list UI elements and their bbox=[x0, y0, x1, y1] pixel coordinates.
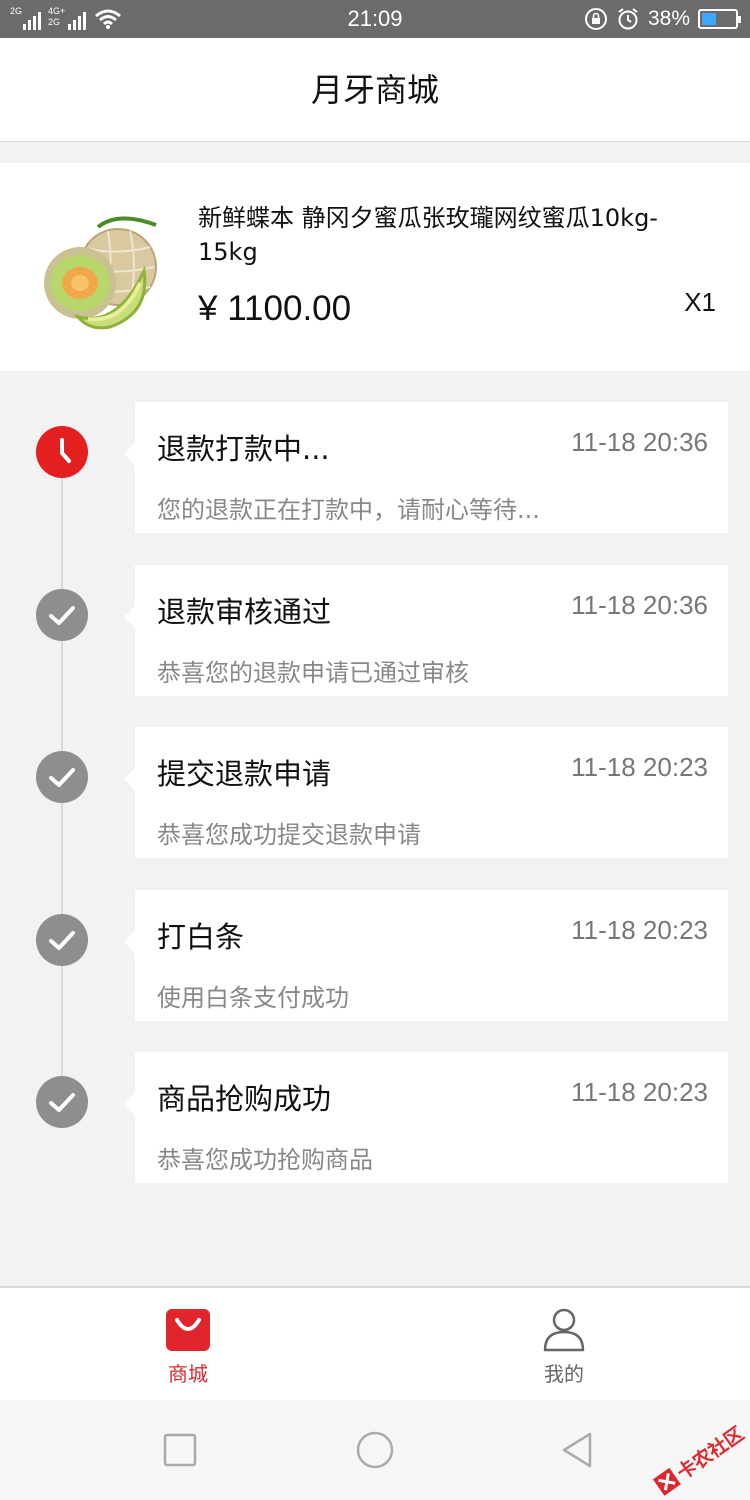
shopping-bag-icon bbox=[166, 1309, 210, 1351]
alarm-icon bbox=[618, 8, 638, 30]
step-description: 恭喜您成功抢购商品 bbox=[157, 1146, 373, 1174]
app-header: 月牙商城 bbox=[0, 38, 750, 142]
lock-rotation-icon bbox=[584, 8, 607, 30]
step-time: 11-18 20:36 bbox=[571, 427, 708, 457]
tab-mine[interactable]: 我的 bbox=[474, 1288, 654, 1400]
product-price: ¥ 1100.00 bbox=[198, 289, 352, 328]
step-time: 11-18 20:23 bbox=[571, 1077, 708, 1107]
check-icon bbox=[36, 1076, 88, 1128]
tab-label: 商城 bbox=[168, 1362, 208, 1386]
home-icon[interactable] bbox=[355, 1430, 395, 1470]
clock-icon bbox=[36, 426, 88, 478]
step-title: 商品抢购成功 bbox=[157, 1082, 332, 1116]
check-icon bbox=[36, 914, 88, 966]
timeline-step-purchase-success: 商品抢购成功 11-18 20:23 恭喜您成功抢购商品 bbox=[124, 1052, 728, 1183]
timeline-step-refund-submitted: 提交退款申请 11-18 20:23 恭喜您成功提交退款申请 bbox=[124, 727, 728, 858]
recent-apps-icon[interactable] bbox=[160, 1430, 200, 1470]
product-quantity: X1 bbox=[684, 287, 716, 317]
timeline-step-baitiao: 打白条 11-18 20:23 使用白条支付成功 bbox=[124, 890, 728, 1021]
status-bar: 2G 4G+ 2G 21:09 38% bbox=[0, 0, 750, 38]
step-description: 恭喜您成功提交退款申请 bbox=[157, 821, 421, 849]
step-title: 提交退款申请 bbox=[157, 757, 332, 791]
battery-icon bbox=[698, 9, 741, 29]
step-description: 使用白条支付成功 bbox=[157, 984, 349, 1012]
timeline-step-refund-paying: 退款打款中... 11-18 20:36 您的退款正在打款中，请耐心等待... bbox=[124, 402, 728, 533]
watermark-text: 卡农社区 bbox=[673, 1422, 748, 1484]
check-icon bbox=[36, 751, 88, 803]
step-title: 退款审核通过 bbox=[157, 595, 332, 629]
step-time: 11-18 20:36 bbox=[571, 590, 708, 620]
tab-label: 我的 bbox=[544, 1362, 584, 1386]
melon-image bbox=[44, 216, 157, 330]
page-title: 月牙商城 bbox=[310, 71, 439, 109]
user-icon bbox=[543, 1308, 585, 1352]
product-card[interactable]: 新鲜蝶本 静冈夕蜜瓜张玫瓏网纹蜜瓜10kg-15kg ¥ 1100.00 X1 bbox=[0, 163, 750, 371]
check-icon bbox=[36, 589, 88, 641]
back-icon[interactable] bbox=[558, 1430, 598, 1470]
android-nav-bar bbox=[0, 1400, 750, 1500]
step-time: 11-18 20:23 bbox=[571, 752, 708, 782]
step-time: 11-18 20:23 bbox=[571, 915, 708, 945]
timeline-step-refund-approved: 退款审核通过 11-18 20:36 恭喜您的退款申请已通过审核 bbox=[124, 565, 728, 696]
step-title: 打白条 bbox=[157, 920, 245, 954]
status-right-icons: 38% bbox=[584, 5, 741, 33]
bottom-tab-bar: 商城 我的 bbox=[0, 1286, 750, 1400]
tab-mall[interactable]: 商城 bbox=[98, 1288, 278, 1400]
battery-level bbox=[702, 13, 716, 25]
product-name: 新鲜蝶本 静冈夕蜜瓜张玫瓏网纹蜜瓜10kg-15kg bbox=[198, 204, 658, 266]
step-title: 退款打款中... bbox=[157, 432, 330, 466]
battery-percent: 38% bbox=[647, 7, 690, 30]
step-description: 恭喜您的退款申请已通过审核 bbox=[157, 659, 469, 687]
watermark-logo: 卡农社区 bbox=[652, 1422, 748, 1496]
step-description: 您的退款正在打款中，请耐心等待... bbox=[157, 496, 540, 524]
